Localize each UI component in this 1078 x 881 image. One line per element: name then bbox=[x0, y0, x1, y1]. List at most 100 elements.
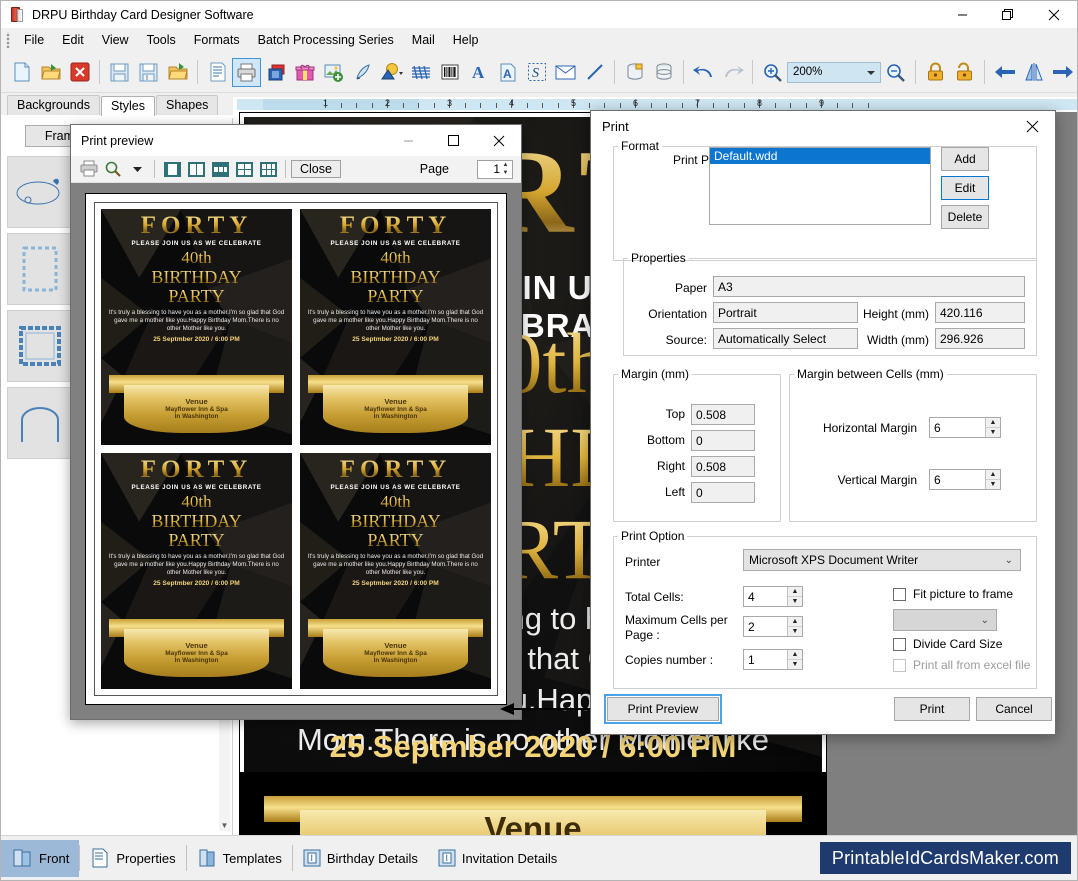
bottom-tab-templates[interactable]: Templates bbox=[187, 840, 292, 877]
fit-picture-to-frame-checkbox[interactable]: Fit picture to frame bbox=[893, 587, 1013, 601]
database-save-icon[interactable] bbox=[620, 58, 649, 87]
menu-mail[interactable]: Mail bbox=[403, 30, 444, 50]
new-document-icon[interactable] bbox=[7, 58, 36, 87]
menu-batch-processing-series[interactable]: Batch Processing Series bbox=[249, 30, 403, 50]
one-page-icon[interactable] bbox=[160, 158, 184, 180]
paper-value[interactable]: A3 bbox=[713, 276, 1025, 297]
margin-top-value[interactable]: 0.508 bbox=[691, 404, 755, 425]
print-preview-minimize-button[interactable] bbox=[386, 125, 431, 156]
delete-profile-button[interactable]: Delete bbox=[941, 205, 989, 229]
horizontal-margin-spinner[interactable]: 6 ▲ ▼ bbox=[929, 417, 1001, 438]
tab-backgrounds[interactable]: Backgrounds bbox=[7, 95, 100, 115]
undo-icon[interactable] bbox=[689, 58, 718, 87]
close-document-icon[interactable] bbox=[65, 58, 94, 87]
menu-edit[interactable]: Edit bbox=[53, 30, 93, 50]
print-dialog-close-button[interactable] bbox=[1010, 111, 1055, 141]
spinner-arrows[interactable]: ▲ ▼ bbox=[985, 418, 1000, 437]
minimize-button[interactable] bbox=[939, 1, 985, 28]
width-value[interactable]: 296.926 bbox=[935, 328, 1025, 349]
add-image-icon[interactable] bbox=[319, 58, 348, 87]
zoom-in-icon[interactable] bbox=[758, 58, 787, 87]
frame-thumbnail-soft-border[interactable] bbox=[7, 233, 74, 305]
source-value[interactable]: Automatically Select bbox=[713, 328, 858, 349]
edit-profile-button[interactable]: Edit bbox=[941, 176, 989, 200]
align-left-icon[interactable] bbox=[990, 58, 1019, 87]
tab-shapes[interactable]: Shapes bbox=[156, 95, 219, 115]
flip-horizontal-icon[interactable] bbox=[1019, 58, 1048, 87]
print-profile-selected-item[interactable]: Default.wdd bbox=[710, 148, 930, 164]
checkbox-box[interactable] bbox=[893, 637, 906, 651]
menu-formats[interactable]: Formats bbox=[185, 30, 249, 50]
print-profile-listbox[interactable]: Default.wdd bbox=[709, 147, 931, 225]
cancel-button[interactable]: Cancel bbox=[976, 697, 1052, 721]
zoom-icon[interactable] bbox=[101, 158, 125, 180]
lock-icon[interactable] bbox=[921, 58, 950, 87]
bottom-tab-invitation-details[interactable]: I Invitation Details bbox=[428, 840, 567, 877]
spinner-arrows[interactable]: ▲ ▼ bbox=[985, 470, 1000, 489]
print-icon[interactable] bbox=[77, 158, 101, 180]
line-icon[interactable] bbox=[580, 58, 609, 87]
spinner-arrows[interactable]: ▲ ▼ bbox=[787, 650, 802, 669]
divide-card-size-checkbox[interactable]: Divide Card Size bbox=[893, 637, 1002, 651]
print-preview-maximize-button[interactable] bbox=[431, 125, 476, 156]
frame-thumbnail-oval-heart[interactable] bbox=[7, 156, 74, 228]
close-button[interactable] bbox=[1031, 1, 1077, 28]
four-page-icon[interactable] bbox=[232, 158, 256, 180]
bottom-tab-birthday-details[interactable]: I Birthday Details bbox=[293, 840, 428, 877]
preview-card[interactable]: FORTY PLEASE JOIN US AS WE CELEBRATE 40th B… bbox=[300, 209, 491, 445]
menu-file[interactable]: File bbox=[15, 30, 53, 50]
three-page-icon[interactable] bbox=[208, 158, 232, 180]
spinner-arrows[interactable]: ▲ ▼ bbox=[787, 587, 802, 606]
database-icon[interactable] bbox=[649, 58, 678, 87]
orientation-value[interactable]: Portrait bbox=[713, 302, 858, 323]
save-as-icon[interactable]: I bbox=[134, 58, 163, 87]
restore-button[interactable] bbox=[985, 1, 1031, 28]
redo-icon[interactable] bbox=[718, 58, 747, 87]
pen-icon[interactable] bbox=[348, 58, 377, 87]
page-number-spinner[interactable]: 1 ▲ ▼ bbox=[477, 159, 513, 179]
print-preview-close-button[interactable] bbox=[476, 125, 521, 156]
margin-bottom-value[interactable]: 0 bbox=[691, 430, 755, 451]
text-icon[interactable]: A bbox=[464, 58, 493, 87]
envelope-icon[interactable] bbox=[551, 58, 580, 87]
checkbox-box[interactable] bbox=[893, 587, 906, 601]
menu-tools[interactable]: Tools bbox=[138, 30, 185, 50]
max-cells-spinner[interactable]: 2 ▲ ▼ bbox=[743, 616, 803, 637]
bottom-tab-properties[interactable]: Properties bbox=[80, 840, 185, 877]
two-page-icon[interactable] bbox=[184, 158, 208, 180]
frame-thumbnail-arch[interactable] bbox=[7, 387, 74, 459]
frame-thumbnail-ornate-border[interactable] bbox=[7, 310, 74, 382]
printer-select[interactable]: Microsoft XPS Document Writer ⌄ bbox=[743, 549, 1021, 571]
tab-styles[interactable]: Styles bbox=[100, 96, 156, 116]
margin-left-value[interactable]: 0 bbox=[691, 482, 755, 503]
height-value[interactable]: 420.116 bbox=[935, 302, 1025, 323]
preview-card[interactable]: FORTY PLEASE JOIN US AS WE CELEBRATE 40th B… bbox=[101, 209, 292, 445]
six-page-icon[interactable] bbox=[256, 158, 280, 180]
spinner-arrows[interactable]: ▲ ▼ bbox=[787, 617, 802, 636]
unlock-icon[interactable] bbox=[950, 58, 979, 87]
preview-card[interactable]: FORTY PLEASE JOIN US AS WE CELEBRATE 40th B… bbox=[300, 453, 491, 689]
gift-icon[interactable] bbox=[290, 58, 319, 87]
signature-icon[interactable]: S bbox=[522, 58, 551, 87]
chevron-down-icon[interactable] bbox=[125, 158, 149, 180]
save-icon[interactable] bbox=[105, 58, 134, 87]
menu-help[interactable]: Help bbox=[444, 30, 488, 50]
scroll-down-arrow-icon[interactable]: ▼ bbox=[219, 819, 230, 831]
print-preview-close-label-button[interactable]: Close bbox=[291, 160, 341, 178]
margin-right-value[interactable]: 0.508 bbox=[691, 456, 755, 477]
text-box-icon[interactable]: A bbox=[493, 58, 522, 87]
align-right-icon[interactable] bbox=[1048, 58, 1077, 87]
card-stack-icon[interactable] bbox=[261, 58, 290, 87]
list-icon[interactable] bbox=[203, 58, 232, 87]
barcode-icon[interactable] bbox=[435, 58, 464, 87]
open-folder-icon[interactable] bbox=[36, 58, 65, 87]
zoom-level-combo[interactable]: 200% bbox=[787, 61, 881, 83]
total-cells-spinner[interactable]: 4 ▲ ▼ bbox=[743, 586, 803, 607]
vertical-margin-spinner[interactable]: 6 ▲ ▼ bbox=[929, 469, 1001, 490]
shape-picker-icon[interactable] bbox=[377, 58, 406, 87]
print-icon[interactable] bbox=[232, 57, 261, 87]
copies-number-spinner[interactable]: 1 ▲ ▼ bbox=[743, 649, 803, 670]
preview-card[interactable]: FORTY PLEASE JOIN US AS WE CELEBRATE 40th B… bbox=[101, 453, 292, 689]
print-button[interactable]: Print bbox=[894, 697, 970, 721]
export-folder-icon[interactable] bbox=[163, 58, 192, 87]
